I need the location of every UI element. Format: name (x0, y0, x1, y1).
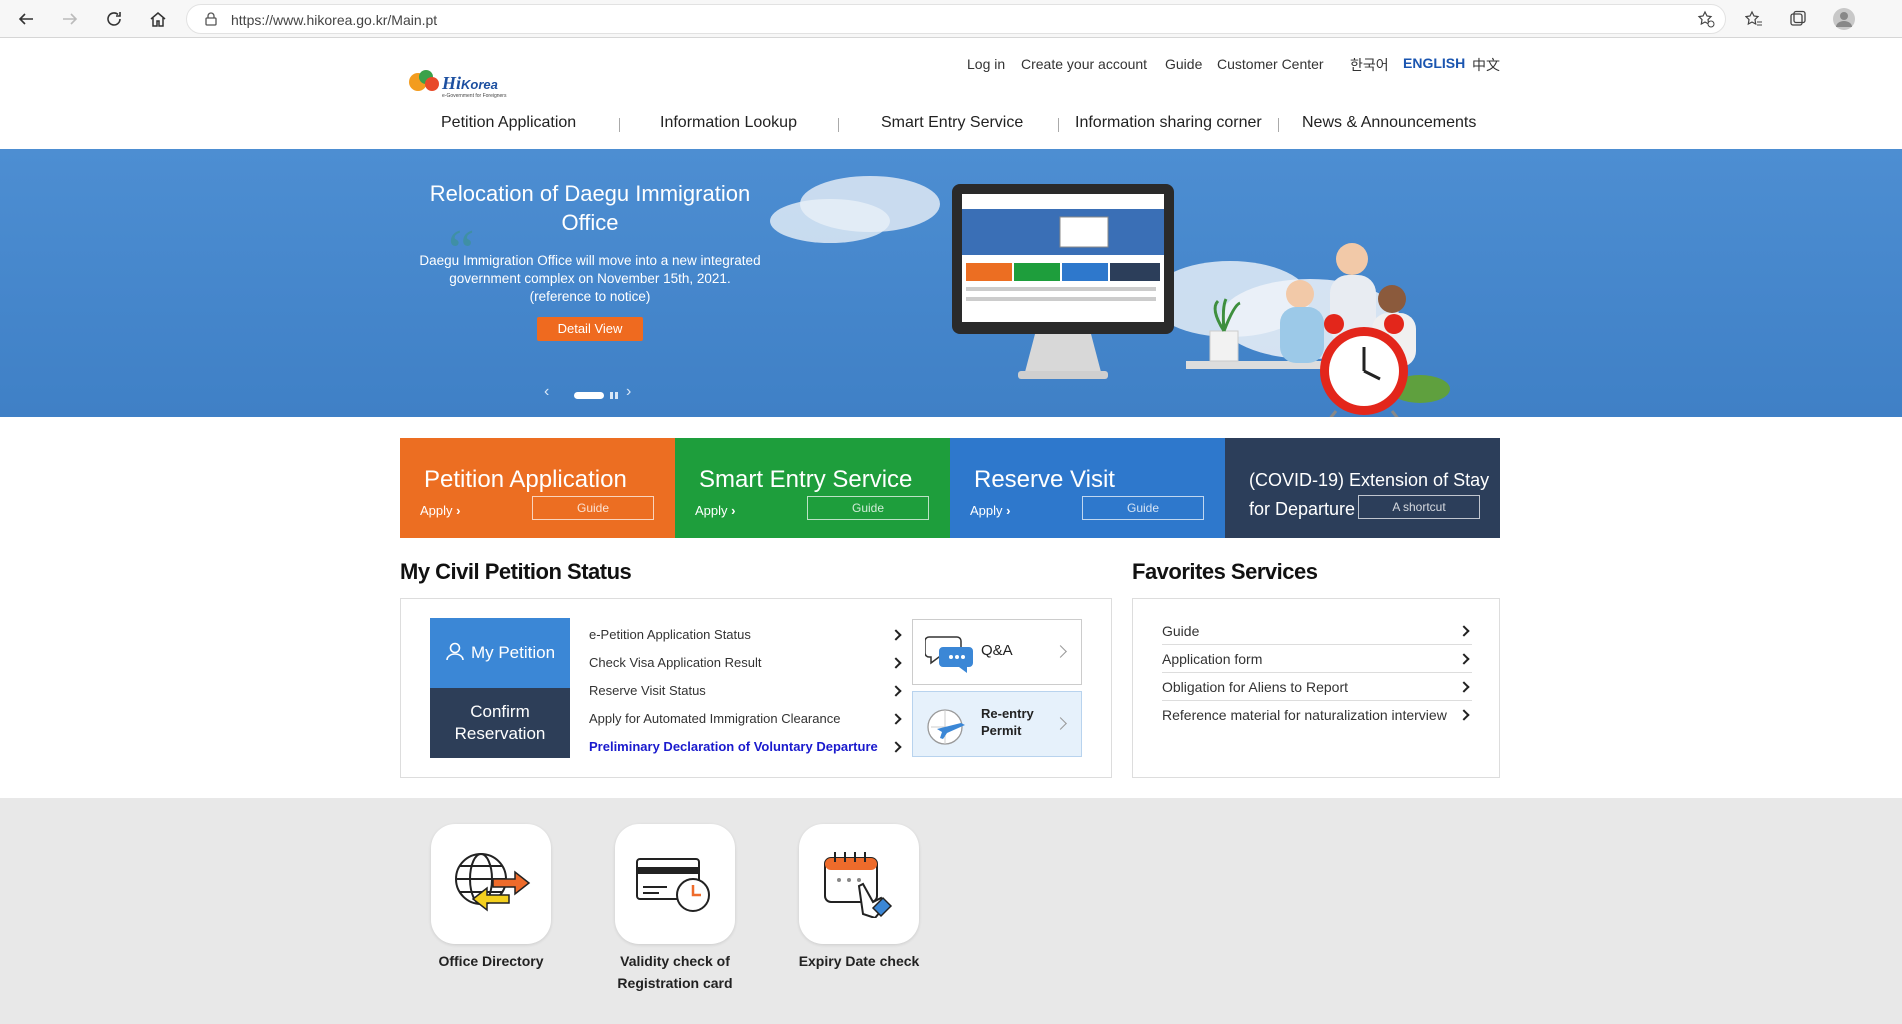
hero-next-icon[interactable]: › (626, 383, 631, 401)
slide-indicator[interactable] (615, 392, 618, 399)
chevron-right-icon (1458, 625, 1470, 637)
chevron-right-icon (1054, 645, 1067, 658)
chat-bubble-icon (924, 633, 975, 678)
gnb-divider (1278, 118, 1279, 132)
detail-view-button[interactable]: Detail View (537, 317, 643, 341)
link-check-visa-application-result[interactable]: Check Visa Application Result (589, 655, 761, 670)
favorite-item-obligation-to-report[interactable]: Obligation for Aliens to Report (1162, 673, 1472, 701)
office-directory-label[interactable]: Office Directory (411, 950, 571, 972)
gnb-divider (619, 118, 620, 132)
favorite-item-application-form[interactable]: Application form (1162, 645, 1472, 673)
tile-title-line1: (COVID-19) Extension of Stay (1249, 470, 1490, 490)
svg-text:Hi: Hi (441, 73, 461, 93)
gnb-news-announcements[interactable]: News & Announcements (1302, 114, 1476, 132)
gnb-divider (1058, 118, 1059, 132)
confirm-reservation-button[interactable]: Confirm Reservation (430, 688, 570, 758)
gnb-information-lookup[interactable]: Information Lookup (660, 114, 797, 132)
tile-covid-extension-of-stay[interactable]: (COVID-19) Extension of Stay for Departu… (1225, 438, 1500, 538)
expiry-date-check-label[interactable]: Expiry Date check (779, 950, 939, 972)
forward-icon[interactable] (58, 7, 82, 31)
reentry-label: Re-entry Permit (981, 706, 1034, 738)
office-directory-button[interactable] (431, 824, 551, 944)
registration-card-check-button[interactable] (615, 824, 735, 944)
my-petition-button[interactable]: My Petition (430, 618, 570, 688)
chevron-right-icon (1054, 717, 1067, 730)
guide-button[interactable]: Guide (532, 496, 654, 520)
favorites-section-title: Favorites Services (1132, 559, 1318, 584)
airplane-globe-icon (925, 705, 971, 752)
lang-english[interactable]: ENGLISH (1403, 55, 1465, 71)
add-favorite-icon[interactable] (1694, 7, 1718, 31)
hero-illustration: “ (0, 149, 1902, 417)
home-icon[interactable] (146, 7, 170, 31)
registration-card-check-label[interactable]: Validity check of Registration card (595, 950, 755, 994)
profile-avatar-icon[interactable] (1832, 7, 1856, 31)
back-icon[interactable] (14, 7, 38, 31)
apply-link[interactable]: Apply › (420, 503, 461, 518)
link-automated-immigration-clearance[interactable]: Apply for Automated Immigration Clearanc… (589, 711, 840, 726)
hero-prev-icon[interactable]: ‹ (544, 383, 549, 401)
favorite-item-guide[interactable]: Guide (1162, 617, 1472, 645)
tile-title: Smart Entry Service (699, 466, 913, 493)
refresh-icon[interactable] (102, 7, 126, 31)
gnb-smart-entry-service[interactable]: Smart Entry Service (881, 114, 1023, 132)
login-link[interactable]: Log in (967, 56, 1005, 72)
hero-description: Daegu Immigration Office will move into … (419, 253, 761, 304)
reentry-permit-card[interactable]: Re-entry Permit (912, 691, 1082, 757)
slide-indicator-active[interactable] (574, 392, 604, 399)
svg-text:Korea: Korea (461, 77, 498, 92)
quick-links-area (0, 798, 1902, 1024)
link-reserve-visit-status[interactable]: Reserve Visit Status (589, 683, 706, 698)
qa-label: Q&A (981, 642, 1013, 659)
gnb-divider (838, 118, 839, 132)
guide-link[interactable]: Guide (1165, 56, 1202, 72)
guide-button[interactable]: Guide (1082, 496, 1204, 520)
create-account-link[interactable]: Create your account (1021, 56, 1147, 72)
guide-button[interactable]: Guide (807, 496, 929, 520)
site-header: Hi Korea e-Government for Foreigners Log… (0, 38, 1902, 149)
chevron-right-icon (1458, 653, 1470, 665)
link-voluntary-departure-declaration[interactable]: Preliminary Declaration of Voluntary Dep… (589, 739, 878, 754)
url-text: https://www.hikorea.go.kr/Main.pt (231, 12, 438, 28)
address-bar[interactable]: https://www.hikorea.go.kr/Main.pt (186, 4, 1726, 34)
collections-icon[interactable] (1786, 7, 1810, 31)
apply-link[interactable]: Apply › (695, 503, 736, 518)
calendar-hand-icon (819, 846, 899, 923)
apply-link[interactable]: Apply › (970, 503, 1011, 518)
gnb-petition-application[interactable]: Petition Application (441, 114, 576, 132)
petition-section-title: My Civil Petition Status (400, 559, 632, 584)
card-clock-icon (633, 849, 717, 920)
tile-smart-entry-service[interactable]: Smart Entry Service Apply › Guide (675, 438, 950, 538)
tile-title: Reserve Visit (974, 466, 1115, 493)
link-epetition-application-status[interactable]: e-Petition Application Status (589, 627, 751, 642)
lang-korean[interactable]: 한국어 (1350, 55, 1389, 75)
shortcut-button[interactable]: A shortcut (1358, 495, 1480, 519)
lang-chinese[interactable]: 中文 (1472, 55, 1500, 75)
chevron-right-icon (1458, 681, 1470, 693)
hikorea-logo[interactable]: Hi Korea e-Government for Foreigners (406, 62, 524, 100)
user-icon (445, 641, 465, 666)
qa-card[interactable]: Q&A (912, 619, 1082, 685)
tile-petition-application[interactable]: Petition Application Apply › Guide (400, 438, 675, 538)
tile-title-line2: for Departure (1249, 499, 1356, 519)
chevron-right-icon (1458, 709, 1470, 721)
expiry-date-check-button[interactable] (799, 824, 919, 944)
favorites-icon[interactable] (1742, 7, 1766, 31)
hero-banner: “ Relocation of Daegu Immigration Office… (0, 149, 1902, 417)
globe-arrows-icon (449, 847, 533, 922)
slide-indicator[interactable] (610, 392, 613, 399)
lock-icon (205, 12, 217, 31)
favorite-item-naturalization-interview[interactable]: Reference material for naturalization in… (1162, 701, 1472, 729)
gnb-information-sharing-corner[interactable]: Information sharing corner (1075, 114, 1262, 132)
customer-center-link[interactable]: Customer Center (1217, 56, 1324, 72)
tile-reserve-visit[interactable]: Reserve Visit Apply › Guide (950, 438, 1225, 538)
svg-text:e-Government for Foreigners: e-Government for Foreigners (442, 93, 507, 99)
tile-title: Petition Application (424, 466, 627, 493)
browser-toolbar: https://www.hikorea.go.kr/Main.pt (0, 0, 1902, 38)
hero-title: Relocation of Daegu Immigration Office (429, 181, 751, 235)
